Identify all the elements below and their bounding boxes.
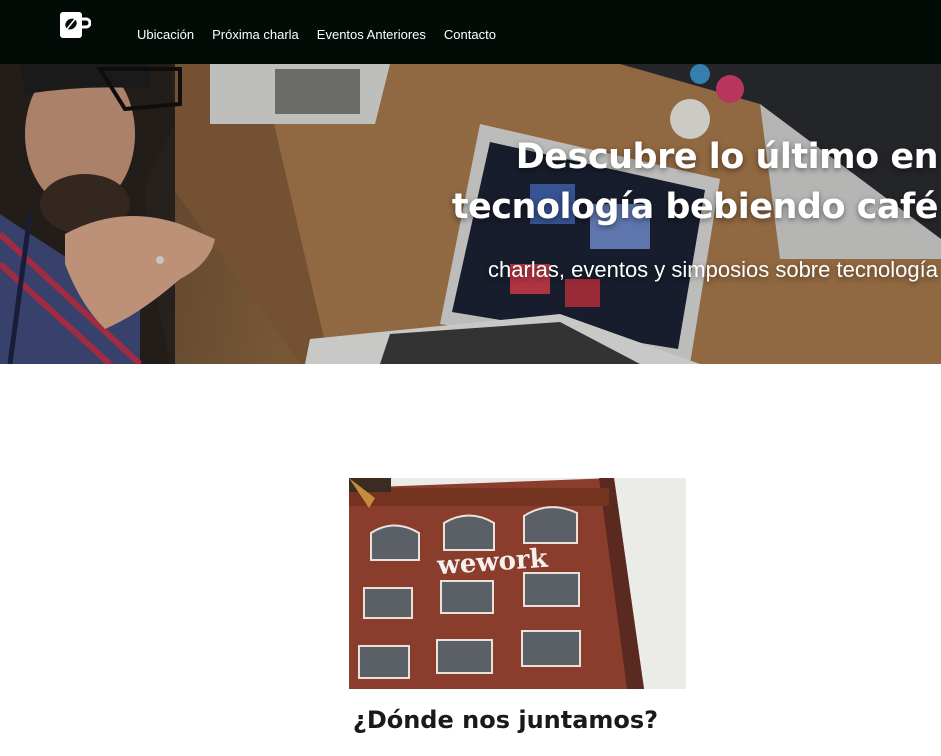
nav-link-contacto[interactable]: Contacto [444,27,496,43]
hero-banner: Descubre lo último en tecnología bebiend… [0,64,941,364]
main-nav: Ubicación Próxima charla Eventos Anterio… [137,27,514,43]
location-heading: ¿Dónde nos juntamos? [352,706,659,734]
hero-title-line-1: Descubre lo último en [515,137,939,177]
coffee-cup-logo-icon[interactable] [59,10,92,42]
venue-building-photo: wework [349,478,686,689]
nav-link-ubicacion[interactable]: Ubicación [137,27,194,43]
nav-link-proxima-charla[interactable]: Próxima charla [212,27,299,43]
nav-link-eventos-anteriores[interactable]: Eventos Anteriores [317,27,426,43]
hero-title-line-2: tecnología bebiendo café [451,187,939,227]
top-navbar: Ubicación Próxima charla Eventos Anterio… [0,0,941,64]
hero-title: Descubre lo último en tecnología bebiend… [418,132,939,232]
hero-subtitle: charlas, eventos y simposios sobre tecno… [487,257,938,282]
